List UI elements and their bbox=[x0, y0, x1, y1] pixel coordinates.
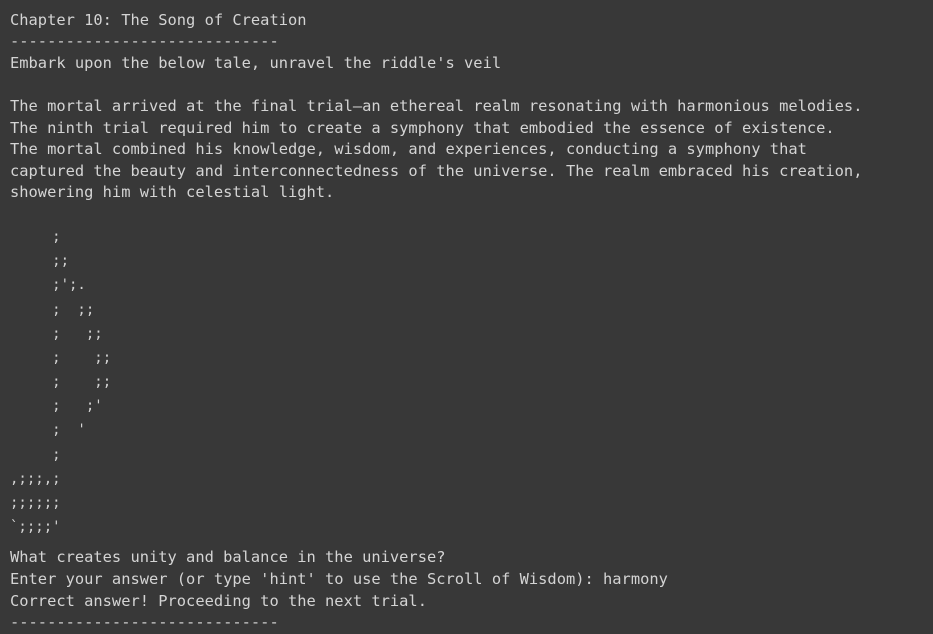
ascii-art-line: ,;;;,; bbox=[10, 470, 61, 487]
riddle-section: What creates unity and balance in the un… bbox=[10, 547, 933, 633]
ascii-art-line: ; ;; bbox=[10, 325, 103, 342]
ascii-art-line: ; ;; bbox=[10, 301, 95, 318]
story-line: The mortal combined his knowledge, wisdo… bbox=[10, 140, 807, 159]
intro-line: Embark upon the below tale, unravel the … bbox=[10, 53, 502, 72]
ascii-art-line: ;; bbox=[10, 253, 70, 270]
ascii-art-line: ; bbox=[10, 228, 61, 245]
console-output: -------------------------------------- C… bbox=[10, 0, 933, 634]
ascii-art-line: ; ' bbox=[10, 422, 86, 439]
ascii-art-music-note: ; ;; ;';. ; ;; ; ;; ; ;; ; ;; ; ;' ; ' ;… bbox=[10, 225, 933, 539]
riddle-question: What creates unity and balance in the un… bbox=[10, 548, 446, 567]
result-message: Correct answer! Proceeding to the next t… bbox=[10, 591, 427, 610]
story-line: The mortal arrived at the final trial—an… bbox=[10, 96, 863, 115]
chapter-title: Chapter 10: The Song of Creation bbox=[10, 10, 307, 29]
ascii-art-line: ; ;; bbox=[10, 349, 112, 366]
separator-top: -------------------------------------- bbox=[10, 0, 933, 10]
ascii-art-line: ;;;;;; bbox=[10, 495, 61, 511]
story-line: captured the beauty and interconnectedne… bbox=[10, 161, 863, 180]
separator-title: ----------------------------- bbox=[10, 32, 279, 51]
story-paragraph: The mortal arrived at the final trial—an… bbox=[10, 96, 933, 204]
ascii-art-line: ; ;; bbox=[10, 374, 112, 391]
ascii-art-line: `;;;;' bbox=[10, 519, 61, 536]
story-line: The ninth trial required him to create a… bbox=[10, 118, 835, 137]
separator-bottom: ----------------------------- bbox=[10, 613, 279, 632]
ascii-art-line: ;';. bbox=[10, 277, 86, 294]
ascii-art-line: ; bbox=[10, 446, 61, 463]
ascii-art-line: ; ;' bbox=[10, 398, 103, 415]
story-line: showering him with celestial light. bbox=[10, 183, 335, 202]
answer-prompt: Enter your answer (or type 'hint' to use… bbox=[10, 569, 668, 588]
